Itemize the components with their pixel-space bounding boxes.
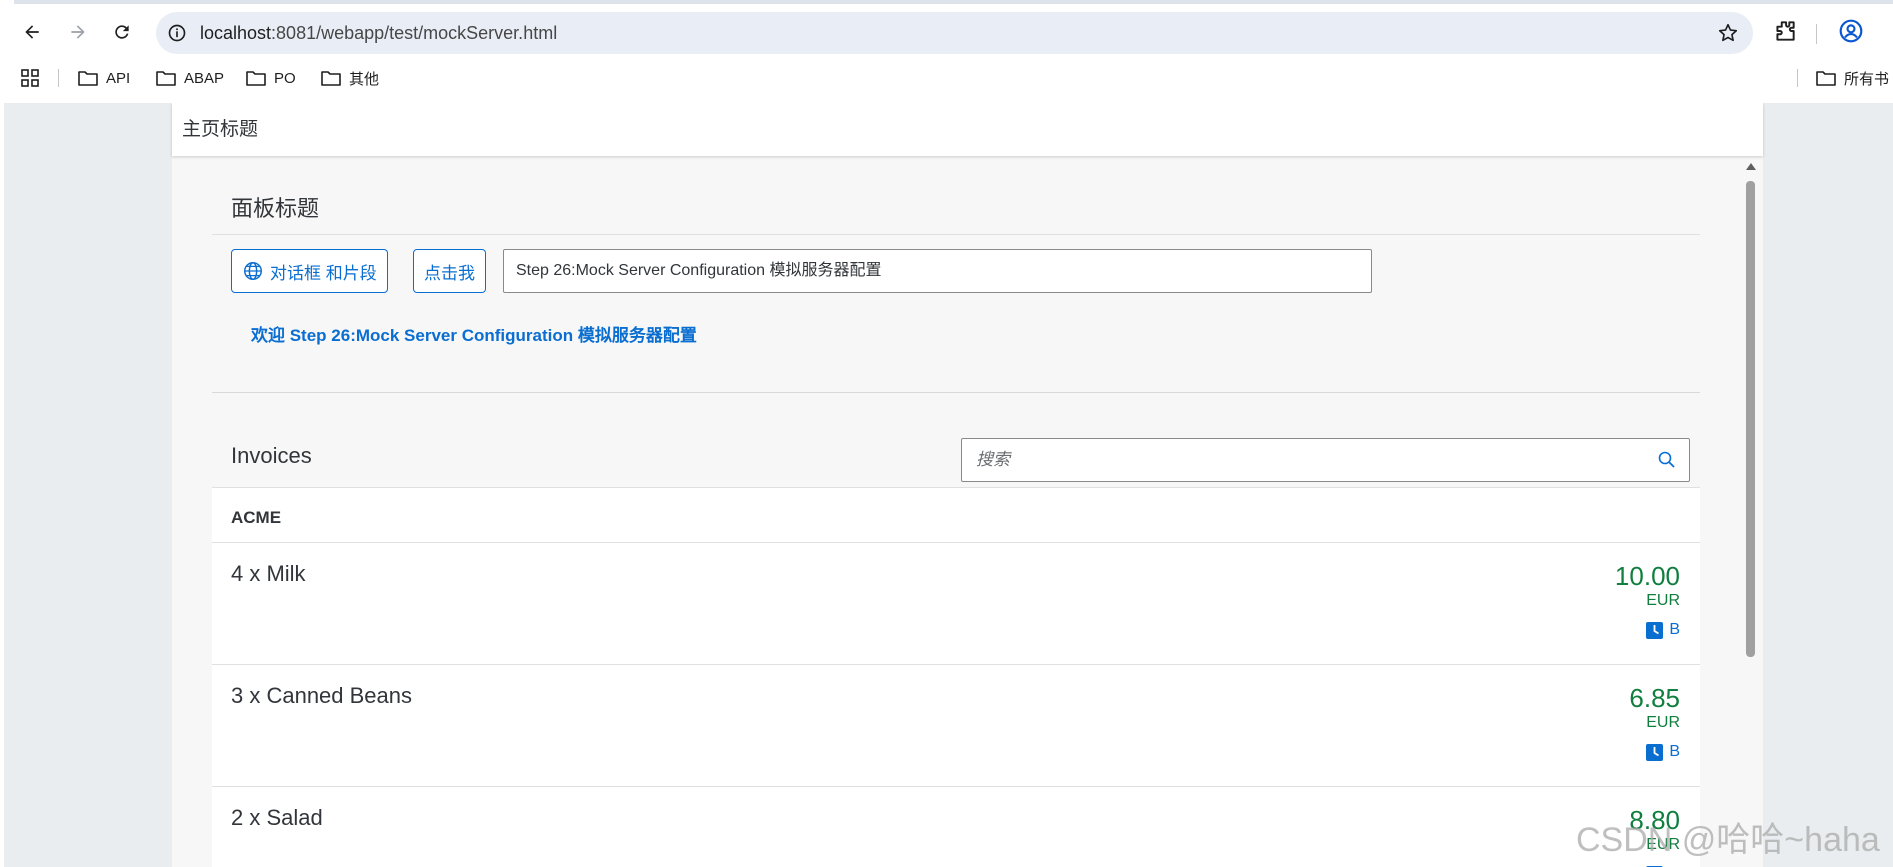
- all-bookmarks-folder[interactable]: 所有书: [1816, 60, 1889, 96]
- panel-divider: [212, 234, 1700, 235]
- item-currency: EUR: [1646, 714, 1680, 731]
- page-scrollbar[interactable]: [1743, 161, 1759, 867]
- invoice-list-title: Invoices: [231, 443, 312, 468]
- profile-icon[interactable]: [1838, 18, 1868, 48]
- item-title: 3 x Canned Beans: [231, 683, 413, 708]
- toolbar-divider: [1816, 24, 1817, 44]
- arrow-right-icon: [71, 25, 85, 39]
- folder-icon: [78, 71, 98, 86]
- globe-icon: [244, 262, 262, 280]
- search-placeholder: 搜索: [976, 450, 1010, 469]
- page-content: 面板标题 对话框 和片段 点击我 Step 26:Mock Server Con…: [212, 156, 1700, 867]
- extensions-icon[interactable]: [1772, 18, 1802, 48]
- dialog-fragment-button[interactable]: 对话框 和片段: [231, 249, 388, 293]
- list-item[interactable]: 3 x Canned Beans 6.85 EUR B: [212, 665, 1700, 787]
- invoice-list-toolbar: Invoices 搜索: [212, 428, 1700, 484]
- item-title: 4 x Milk: [231, 561, 306, 586]
- url-text[interactable]: localhost:8081/webapp/test/mockServer.ht…: [200, 12, 557, 54]
- item-amount: 6.85: [1629, 683, 1680, 713]
- item-amount: 10.00: [1614, 561, 1680, 591]
- item-title: 2 x Salad: [231, 805, 323, 830]
- welcome-text: 欢迎 Step 26:Mock Server Configuration 模拟服…: [251, 326, 697, 345]
- page-title: 主页标题: [182, 119, 259, 140]
- site-info-icon[interactable]: [166, 22, 188, 44]
- shell-header: 主页标题: [172, 103, 1763, 156]
- item-status: B: [1646, 743, 1680, 761]
- bookmark-folder-api[interactable]: API: [78, 60, 130, 96]
- bookmarks-divider: [58, 69, 59, 87]
- back-button[interactable]: [14, 14, 50, 50]
- status-clock-icon: [1646, 743, 1664, 761]
- arrow-left-icon: [25, 25, 39, 39]
- invoice-list: ACME 4 x Milk 10.00 EUR B 3 x Canned Bea…: [212, 488, 1700, 867]
- status-clock-icon: [1646, 621, 1664, 639]
- browser-toolbar: localhost:8081/webapp/test/mockServer.ht…: [0, 4, 1893, 60]
- bookmarks-bar: API ABAP PO 其他 所有书: [0, 60, 1893, 96]
- bookmark-star-icon[interactable]: [1717, 22, 1739, 44]
- scrollbar-thumb[interactable]: [1746, 181, 1755, 657]
- name-input[interactable]: Step 26:Mock Server Configuration 模拟服务器配…: [503, 249, 1372, 293]
- apps-grid-icon[interactable]: [20, 68, 40, 88]
- scroll-up-arrow-icon[interactable]: [1746, 163, 1756, 170]
- search-field[interactable]: 搜索: [961, 438, 1690, 482]
- bookmarks-divider: [1797, 69, 1798, 87]
- group-header: ACME: [212, 488, 1700, 543]
- bookmark-folder-po[interactable]: PO: [246, 60, 296, 96]
- page-viewport: 主页标题 面板标题 对话框 和片段 点击我 Step 26:Mock Serve…: [4, 103, 1893, 867]
- address-bar[interactable]: localhost:8081/webapp/test/mockServer.ht…: [156, 12, 1753, 54]
- search-icon[interactable]: [1657, 450, 1677, 470]
- forward-button[interactable]: [60, 14, 96, 50]
- item-currency: EUR: [1646, 592, 1680, 609]
- watermark: CSDN @哈哈~haha: [1576, 821, 1880, 859]
- folder-icon: [156, 71, 176, 86]
- bookmark-folder-other[interactable]: 其他: [321, 60, 379, 96]
- app-shell: 主页标题 面板标题 对话框 和片段 点击我 Step 26:Mock Serve…: [172, 103, 1763, 867]
- list-item[interactable]: 2 x Salad 8.80 EUR B: [212, 787, 1700, 867]
- click-me-button[interactable]: 点击我: [413, 249, 486, 293]
- folder-icon: [246, 71, 266, 86]
- reload-icon: [115, 25, 129, 39]
- folder-icon: [1816, 71, 1836, 86]
- panel-title: 面板标题: [231, 196, 320, 221]
- bookmark-folder-abap[interactable]: ABAP: [156, 60, 224, 96]
- item-status: B: [1646, 621, 1680, 639]
- reload-button[interactable]: [104, 14, 140, 50]
- list-item[interactable]: 4 x Milk 10.00 EUR B: [212, 543, 1700, 665]
- folder-icon: [321, 71, 341, 86]
- section-divider: [212, 392, 1700, 393]
